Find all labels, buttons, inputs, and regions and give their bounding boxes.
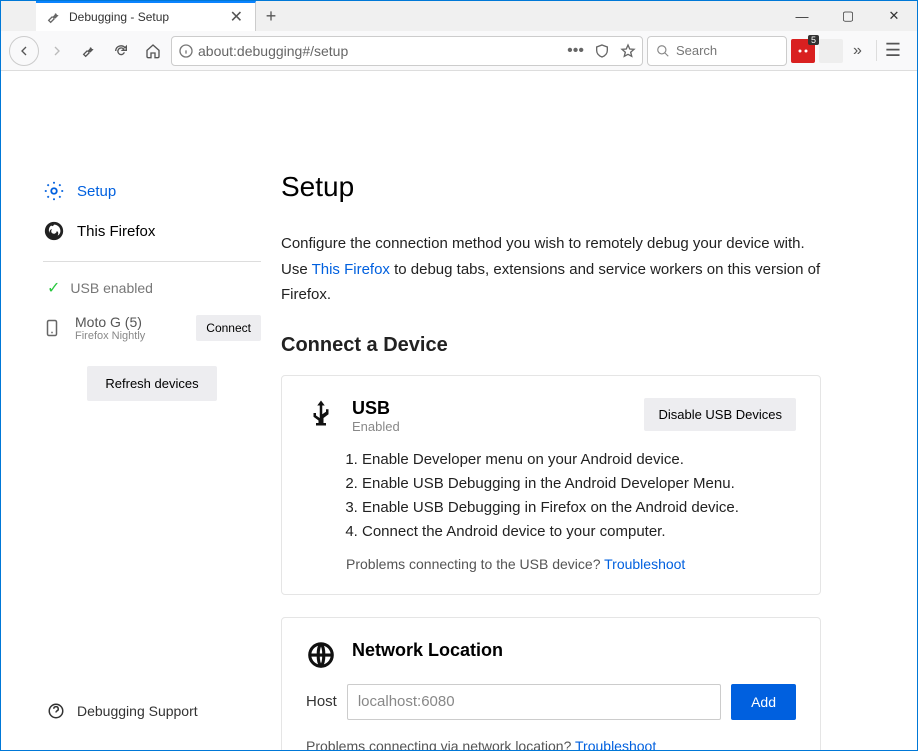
usb-step: Enable USB Debugging in Firefox on the A…: [362, 496, 796, 520]
usb-title: USB: [352, 398, 628, 419]
help-icon: [47, 702, 65, 720]
connect-device-heading: Connect a Device: [281, 334, 821, 357]
usb-troubleshoot-link[interactable]: Troubleshoot: [604, 556, 685, 572]
reload-button[interactable]: [107, 37, 135, 65]
dev-tools-icon[interactable]: [75, 37, 103, 65]
usb-icon: [306, 398, 336, 428]
extension-icon[interactable]: [819, 39, 843, 63]
close-window-button[interactable]: ✕: [871, 1, 917, 31]
device-row: Moto G (5) Firefox Nightly Connect: [43, 314, 261, 342]
search-bar[interactable]: Search: [647, 36, 787, 66]
this-firefox-link[interactable]: This Firefox: [312, 261, 390, 278]
globe-icon: [306, 640, 336, 670]
disable-usb-button[interactable]: Disable USB Devices: [644, 398, 796, 431]
wrench-icon: [46, 9, 62, 25]
network-troubleshoot-link[interactable]: Troubleshoot: [575, 738, 656, 751]
usb-card: USB Enabled Disable USB Devices Enable D…: [281, 375, 821, 595]
device-name: Moto G (5): [75, 314, 186, 330]
usb-step: Connect the Android device to your compu…: [362, 520, 796, 544]
window-controls: — ▢ ✕: [779, 1, 917, 31]
sidebar-item-this-firefox[interactable]: This Firefox: [43, 211, 261, 251]
device-subtitle: Firefox Nightly: [75, 330, 186, 342]
host-row: Host Add: [306, 684, 796, 720]
page-content: Setup This Firefox ✓ USB enabled Moto G …: [1, 71, 917, 750]
add-host-button[interactable]: Add: [731, 684, 796, 720]
home-button[interactable]: [139, 37, 167, 65]
sidebar-item-setup[interactable]: Setup: [43, 171, 261, 211]
usb-troubleshoot: Problems connecting to the USB device? T…: [306, 556, 796, 572]
sidebar-label-this-firefox: This Firefox: [77, 223, 155, 240]
bookmark-star-icon[interactable]: [620, 43, 636, 59]
extension-badge-icon[interactable]: [791, 39, 815, 63]
site-info-icon[interactable]: [178, 43, 194, 59]
network-troubleshoot: Problems connecting via network location…: [306, 738, 796, 751]
tab-title: Debugging - Setup: [69, 10, 226, 24]
sidebar-footer[interactable]: Debugging Support: [43, 682, 261, 750]
browser-toolbar: about:debugging#/setup ••• Search » ☰: [1, 31, 917, 71]
search-placeholder: Search: [676, 43, 717, 58]
page-description: Configure the connection method you wish…: [281, 231, 821, 308]
hamburger-menu-icon[interactable]: ☰: [876, 40, 909, 61]
gear-icon: [43, 180, 65, 202]
usb-status-text: USB enabled: [70, 280, 153, 296]
usb-step: Enable USB Debugging in the Android Deve…: [362, 472, 796, 496]
phone-icon: [43, 317, 65, 339]
firefox-icon: [43, 220, 65, 242]
refresh-devices-button[interactable]: Refresh devices: [87, 366, 216, 401]
forward-button[interactable]: [43, 37, 71, 65]
maximize-button[interactable]: ▢: [825, 1, 871, 31]
window-titlebar: Debugging - Setup ✕ + — ▢ ✕: [1, 1, 917, 31]
usb-status: ✓ USB enabled: [43, 278, 261, 298]
tracking-shield-icon[interactable]: [594, 43, 610, 59]
usb-steps-list: Enable Developer menu on your Android de…: [306, 448, 796, 544]
back-button[interactable]: [9, 36, 39, 66]
page-actions-icon[interactable]: •••: [567, 42, 584, 60]
close-tab-icon[interactable]: ✕: [226, 7, 247, 27]
usb-status-label: Enabled: [352, 419, 628, 434]
check-icon: ✓: [47, 278, 60, 298]
host-label: Host: [306, 693, 337, 710]
url-bar[interactable]: about:debugging#/setup •••: [171, 36, 643, 66]
connect-button[interactable]: Connect: [196, 315, 261, 341]
debugging-support-link: Debugging Support: [77, 703, 198, 719]
host-input[interactable]: [347, 684, 721, 720]
browser-tab[interactable]: Debugging - Setup ✕: [36, 1, 256, 31]
sidebar: Setup This Firefox ✓ USB enabled Moto G …: [1, 171, 281, 750]
overflow-menu-icon[interactable]: »: [847, 42, 868, 60]
new-tab-button[interactable]: +: [256, 1, 286, 31]
sidebar-divider: [43, 261, 261, 262]
usb-step: Enable Developer menu on your Android de…: [362, 448, 796, 472]
network-title: Network Location: [352, 640, 796, 661]
page-title: Setup: [281, 171, 821, 203]
minimize-button[interactable]: —: [779, 1, 825, 31]
sidebar-label-setup: Setup: [77, 183, 116, 200]
network-card: Network Location Host Add Problems conne…: [281, 617, 821, 751]
main-content: Setup Configure the connection method yo…: [281, 171, 861, 750]
url-text: about:debugging#/setup: [198, 43, 563, 59]
